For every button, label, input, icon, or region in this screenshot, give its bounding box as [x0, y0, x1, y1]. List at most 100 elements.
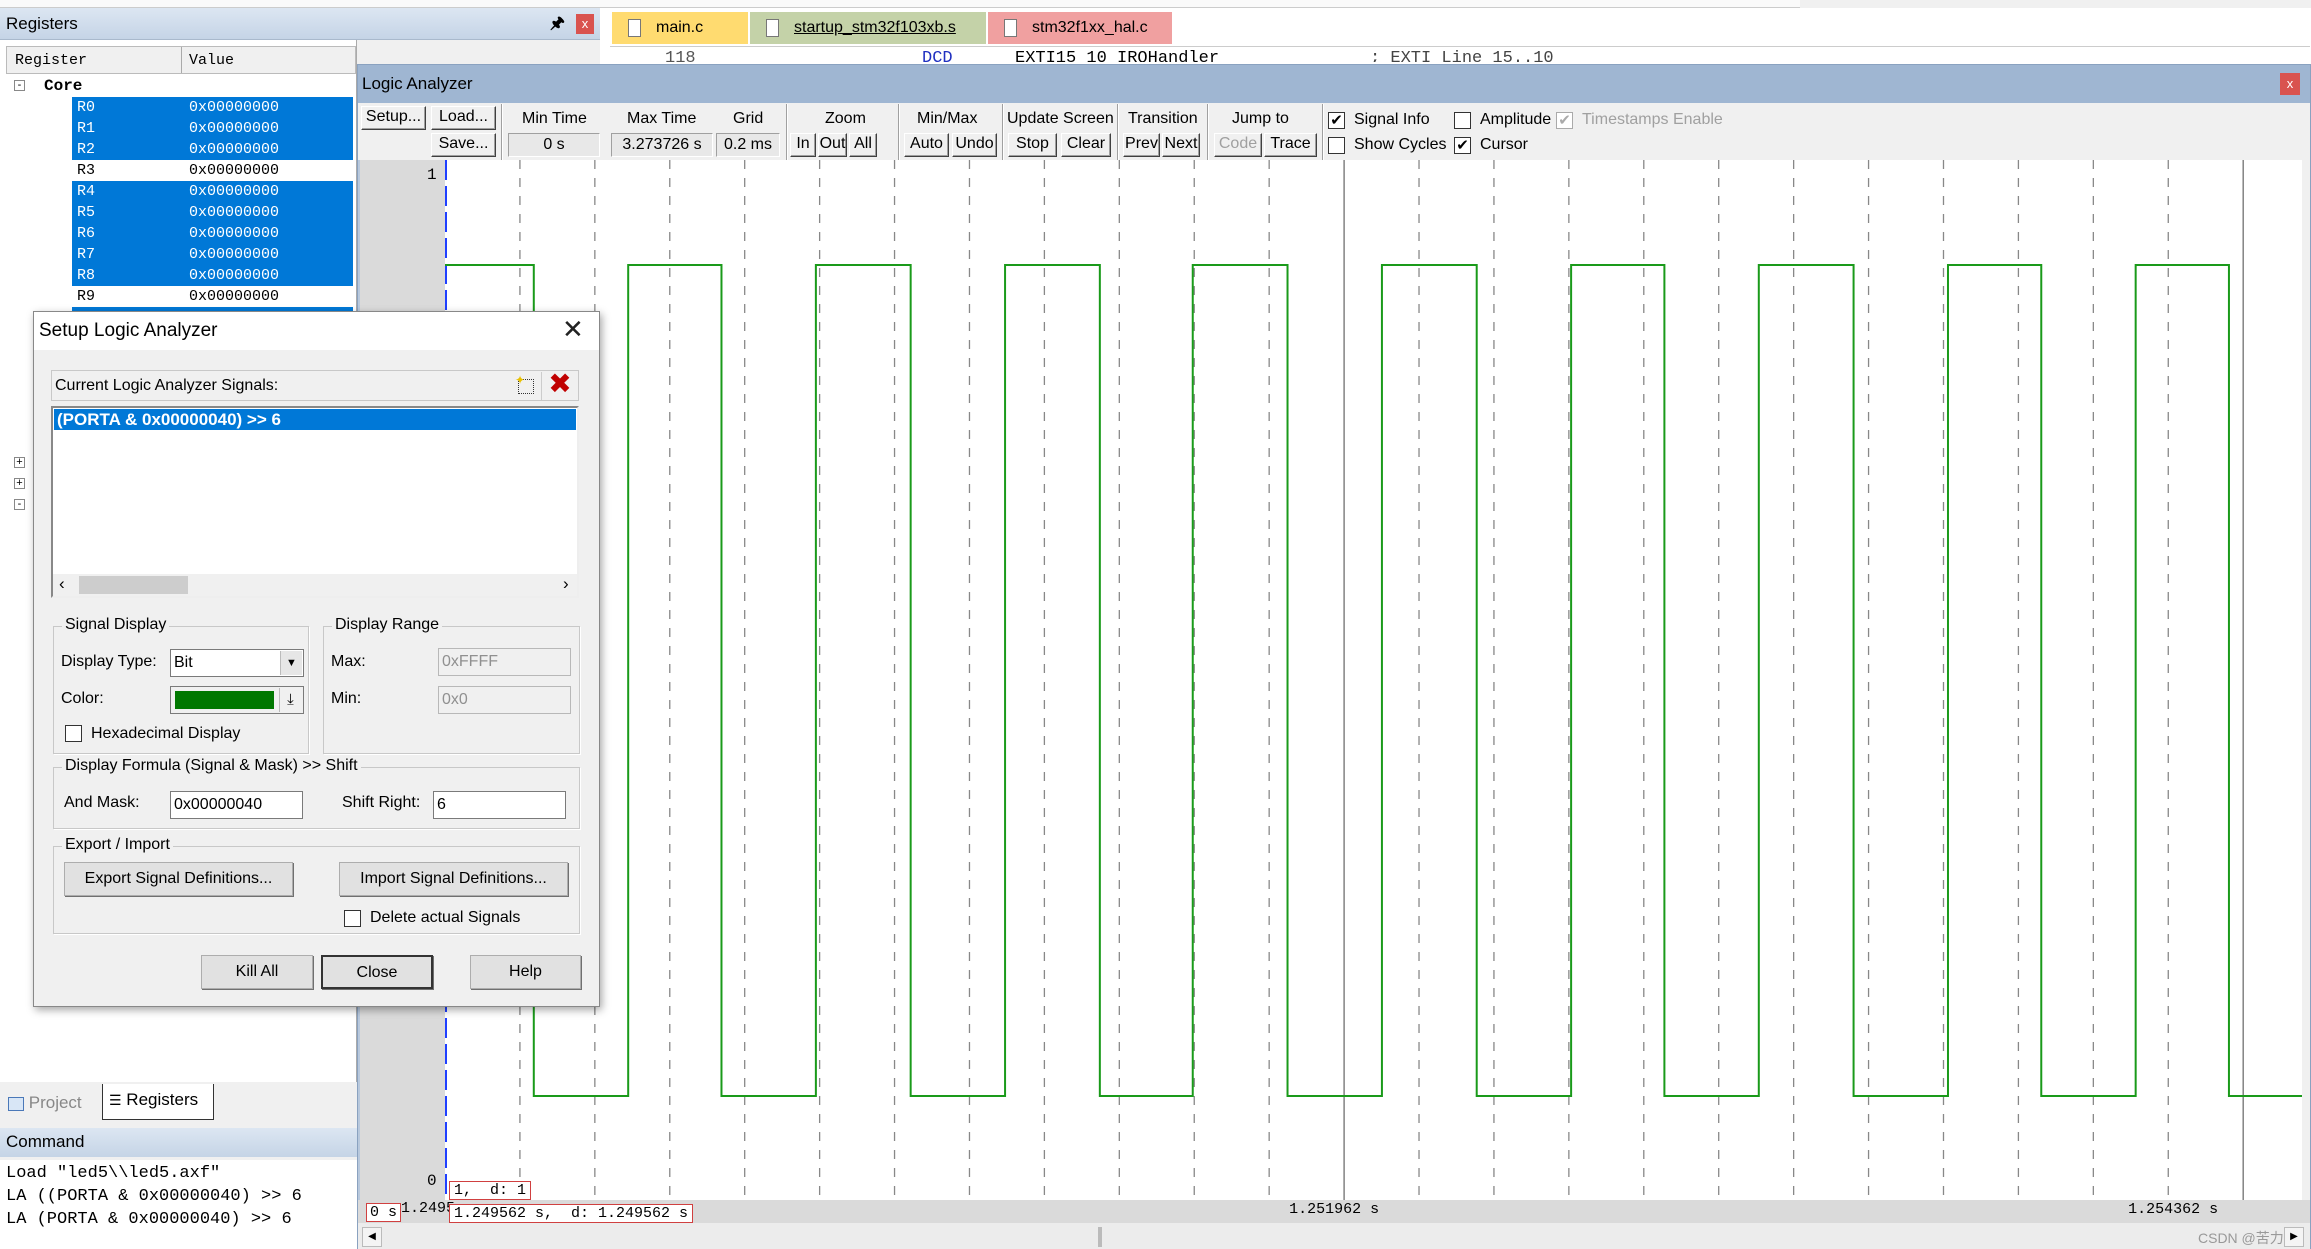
horizontal-scrollbar[interactable]: ◀ CSDN @苦力类 ▶	[358, 1223, 2310, 1249]
amplitude-checkbox[interactable]	[1454, 112, 1471, 129]
jump-trace-button[interactable]: Trace	[1264, 133, 1317, 157]
color-picker[interactable]: ⤓	[170, 686, 304, 714]
register-value[interactable]: 0x00000000	[189, 97, 279, 118]
register-value[interactable]: 0x00000000	[189, 139, 279, 160]
register-row[interactable]: R7 0x00000000	[72, 244, 353, 265]
shift-right-input[interactable]: 6	[433, 791, 566, 819]
zoom-out-button[interactable]: Out	[818, 133, 847, 157]
register-value[interactable]: 0x00000000	[189, 118, 279, 139]
register-row[interactable]: R0 0x00000000	[72, 97, 353, 118]
register-value[interactable]: 0x00000000	[189, 160, 279, 181]
export-signal-definitions-button[interactable]: Export Signal Definitions...	[64, 862, 293, 896]
display-type-select[interactable]: Bit ▼	[170, 649, 304, 677]
min-time-label: Min Time	[522, 110, 587, 127]
zoom-all-button[interactable]: All	[849, 133, 877, 157]
register-row[interactable]: R2 0x00000000	[72, 139, 353, 160]
min-input[interactable]: 0x0	[438, 686, 571, 714]
register-value[interactable]: 0x00000000	[189, 265, 279, 286]
code-comment: ; EXTI Line 15..10	[1370, 49, 1554, 62]
scrollbar-thumb[interactable]	[79, 576, 188, 594]
signal-info-checkbox[interactable]: ✔	[1328, 112, 1345, 129]
register-value[interactable]: 0x00000000	[189, 286, 279, 307]
register-row[interactable]: R5 0x00000000	[72, 202, 353, 223]
cursor-checkbox[interactable]: ✔	[1454, 137, 1471, 154]
register-value[interactable]: 0x00000000	[189, 181, 279, 202]
register-row[interactable]: R9 0x00000000	[72, 286, 353, 307]
close-icon[interactable]: x	[576, 14, 594, 34]
load-button[interactable]: Load...	[431, 106, 496, 130]
close-icon[interactable]: ✕	[562, 314, 584, 345]
command-title-bar: Command	[0, 1128, 357, 1157]
scroll-left-icon[interactable]: ‹	[59, 574, 65, 594]
help-button[interactable]: Help	[470, 955, 581, 989]
register-row[interactable]: R6 0x00000000	[72, 223, 353, 244]
hexadecimal-checkbox[interactable]	[65, 725, 82, 742]
tree-collapse-icon[interactable]: -	[14, 499, 25, 510]
register-value[interactable]: 0x00000000	[189, 202, 279, 223]
toolbar-separator	[1322, 104, 1324, 160]
toolbar-separator	[898, 104, 900, 160]
tab-registers[interactable]: ☰ Registers	[102, 1084, 214, 1120]
close-button[interactable]: Close	[321, 955, 433, 989]
max-time-label: Max Time	[627, 110, 697, 127]
show-cycles-checkbox[interactable]	[1328, 137, 1345, 154]
register-name: R6	[77, 225, 96, 242]
column-value[interactable]: Value	[189, 52, 234, 69]
register-value[interactable]: 0x00000000	[189, 223, 279, 244]
hexadecimal-label: Hexadecimal Display	[91, 725, 241, 742]
tree-collapse-icon[interactable]: -	[14, 80, 25, 91]
delete-signal-button[interactable]: ✖	[544, 369, 576, 399]
max-input[interactable]: 0xFFFF	[438, 648, 571, 676]
setup-dialog-title: Setup Logic Analyzer	[39, 320, 218, 341]
close-icon[interactable]: x	[2280, 73, 2300, 95]
register-row[interactable]: R8 0x00000000	[72, 265, 353, 286]
tab-main-c[interactable]: main.c	[612, 12, 748, 44]
register-row[interactable]: R3 0x00000000	[72, 160, 353, 181]
timestamps-checkbox[interactable]: ✔	[1556, 112, 1573, 129]
register-row[interactable]: R4 0x00000000	[72, 181, 353, 202]
tab-registers-label: Registers	[126, 1090, 199, 1109]
scroll-right-button[interactable]: ▶	[2284, 1227, 2304, 1247]
scrollbar-thumb[interactable]	[1098, 1227, 1102, 1247]
save-button[interactable]: Save...	[431, 133, 496, 157]
register-value[interactable]: 0x00000000	[189, 244, 279, 265]
and-mask-input[interactable]: 0x00000040	[170, 791, 303, 819]
import-signal-definitions-button[interactable]: Import Signal Definitions...	[339, 862, 568, 896]
panel-tabs: Project ☰ Registers	[0, 1082, 357, 1126]
min-time-value: 0 s	[508, 133, 600, 157]
list-horizontal-scrollbar[interactable]: ‹ ›	[53, 574, 577, 596]
chevron-down-icon[interactable]: ▼	[280, 651, 302, 675]
pin-icon[interactable]: 🖈	[550, 12, 565, 39]
auto-button[interactable]: Auto	[904, 133, 949, 157]
tab-project[interactable]: Project	[8, 1088, 82, 1118]
signals-list[interactable]: (PORTA & 0x00000040) >> 6 ‹ ›	[51, 406, 579, 598]
scroll-right-icon[interactable]: ›	[563, 574, 569, 594]
column-register[interactable]: Register	[15, 52, 87, 69]
undo-button[interactable]: Undo	[952, 133, 997, 157]
stop-button[interactable]: Stop	[1008, 133, 1057, 157]
scroll-left-button[interactable]: ◀	[362, 1227, 382, 1247]
setup-button[interactable]: Setup...	[361, 106, 426, 130]
jump-code-button[interactable]: Code	[1214, 133, 1262, 157]
prev-transition-button[interactable]: Prev	[1123, 133, 1160, 157]
y-tick-label-low: 0	[427, 1172, 437, 1190]
tab-hal[interactable]: stm32f1xx_hal.c	[988, 12, 1172, 44]
download-arrow-icon[interactable]: ⤓	[279, 688, 301, 712]
kill-all-button[interactable]: Kill All	[201, 955, 313, 989]
tree-expand-icon[interactable]: +	[14, 457, 25, 468]
new-signal-button[interactable]: ✦	[512, 372, 542, 400]
delete-signals-checkbox[interactable]	[344, 910, 361, 927]
register-name: R9	[77, 288, 96, 305]
command-output[interactable]: Load "led5\\led5.axf" LA ((PORTA & 0x0000…	[0, 1160, 357, 1249]
next-transition-button[interactable]: Next	[1162, 133, 1200, 157]
tab-startup[interactable]: startup_stm32f103xb.s	[750, 12, 986, 44]
waveform-plot[interactable]	[445, 160, 2302, 1200]
signal-list-item[interactable]: (PORTA & 0x00000040) >> 6	[54, 409, 576, 430]
register-name: R2	[77, 141, 96, 158]
file-icon	[1004, 19, 1017, 37]
register-row[interactable]: R1 0x00000000	[72, 118, 353, 139]
group-core[interactable]: Core	[44, 76, 82, 97]
zoom-in-button[interactable]: In	[790, 133, 816, 157]
tree-expand-icon[interactable]: +	[14, 478, 25, 489]
clear-button[interactable]: Clear	[1061, 133, 1111, 157]
